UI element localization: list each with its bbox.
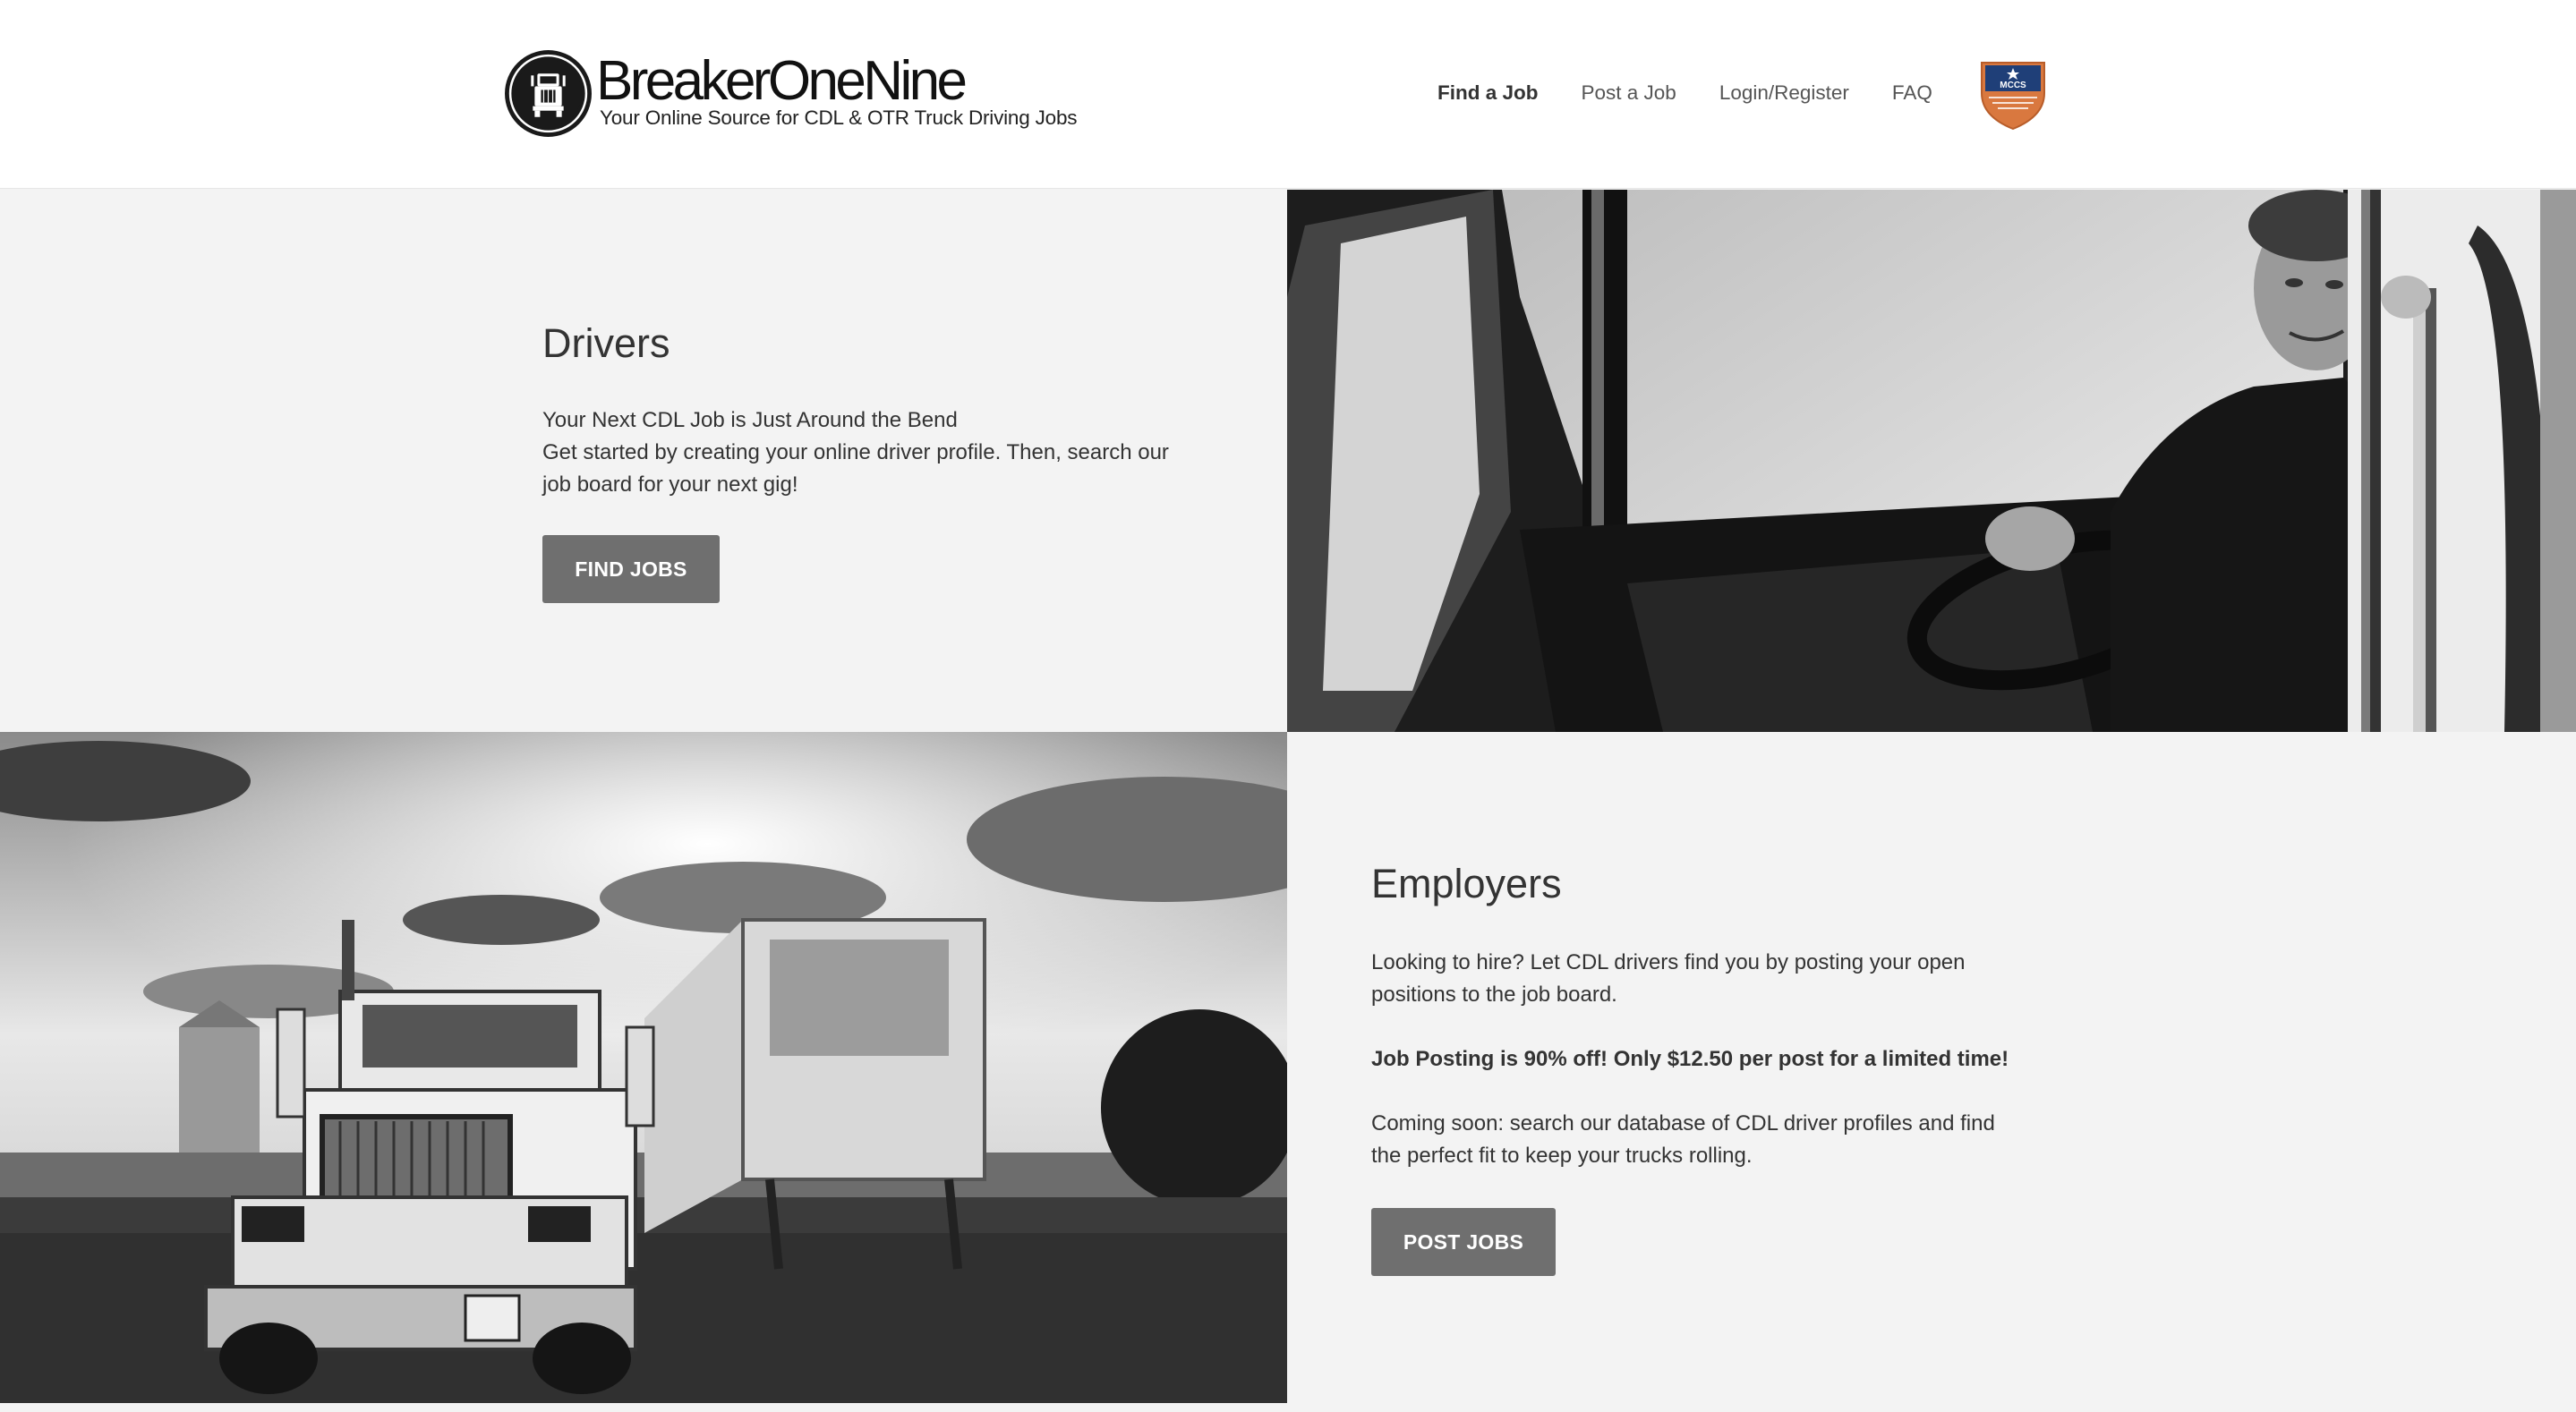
employers-title: Employers <box>1371 861 1562 906</box>
site-logo[interactable]: BreakerOneNine Your Online Source for CD… <box>503 47 1078 145</box>
nav-find-a-job[interactable]: Find a Job <box>1437 81 1539 105</box>
truck-logo-icon <box>505 50 592 137</box>
truck-photo <box>0 732 1287 1403</box>
post-jobs-button[interactable]: POST JOBS <box>1371 1208 1556 1276</box>
mccs-badge-icon[interactable]: MCCS <box>1976 57 2050 132</box>
driver-photo <box>1287 190 2576 732</box>
brand-name: BreakerOneNine <box>596 50 968 112</box>
drivers-title: Drivers <box>542 320 670 366</box>
nav-faq[interactable]: FAQ <box>1892 81 1932 105</box>
site-header: BreakerOneNine Your Online Source for CD… <box>0 0 2576 189</box>
drivers-description: Your Next CDL Job is Just Around the Ben… <box>542 404 1187 501</box>
brand-tagline: Your Online Source for CDL & OTR Truck D… <box>600 106 1078 129</box>
nav-post-a-job[interactable]: Post a Job <box>1582 81 1676 105</box>
employers-section: Employers Looking to hire? Let CDL drive… <box>1287 732 2576 1403</box>
drivers-section: Drivers Your Next CDL Job is Just Around… <box>0 190 1287 732</box>
nav-login-register[interactable]: Login/Register <box>1719 81 1849 105</box>
svg-text:MCCS: MCCS <box>2000 81 2026 90</box>
main-nav: Find a Job Post a Job Login/Register FAQ <box>1437 78 1932 108</box>
drivers-line-1: Your Next CDL Job is Just Around the Ben… <box>542 408 958 432</box>
employers-promo: Job Posting is 90% off! Only $12.50 per … <box>1371 1047 2009 1071</box>
employers-intro: Looking to hire? Let CDL drivers find yo… <box>1371 950 1966 1007</box>
find-jobs-button[interactable]: FIND JOBS <box>542 535 720 603</box>
drivers-line-2: Get started by creating your online driv… <box>542 440 1169 497</box>
employers-coming-soon: Coming soon: search our database of CDL … <box>1371 1111 1995 1168</box>
employers-description: Looking to hire? Let CDL drivers find yo… <box>1371 947 2016 1172</box>
